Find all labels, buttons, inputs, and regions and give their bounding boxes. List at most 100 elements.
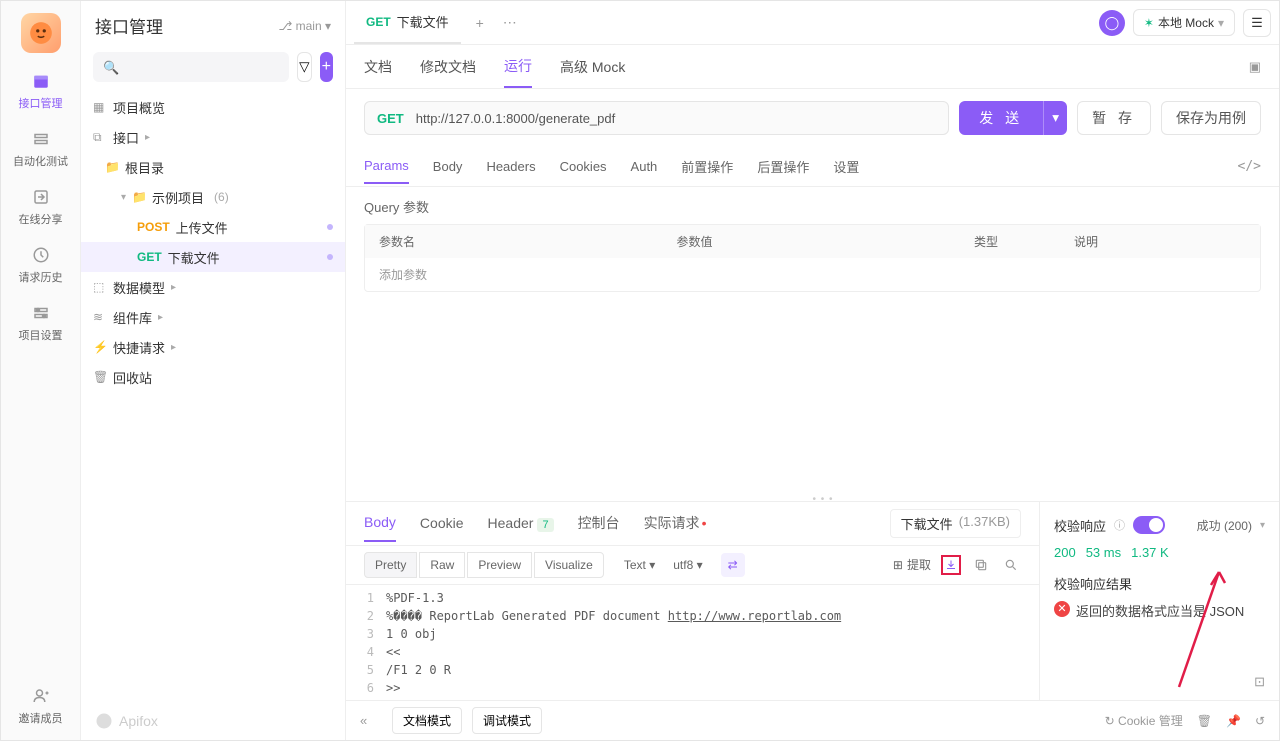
url-input[interactable]: GET http://127.0.0.1:8000/generate_pdf xyxy=(364,101,949,135)
reqtab-cookies[interactable]: Cookies xyxy=(560,150,607,183)
tab-method: GET xyxy=(366,15,391,29)
request-tabs: Params Body Headers Cookies Auth 前置操作 后置… xyxy=(346,147,1279,187)
tab-api[interactable]: GET 下载文件 xyxy=(354,1,461,44)
params-section: Query 参数 参数名 参数值 类型 说明 添加参数 xyxy=(346,187,1279,302)
drag-handle-icon[interactable]: • • • xyxy=(813,494,834,505)
tree-overview[interactable]: ▦项目概览 xyxy=(81,92,345,122)
resptab-console[interactable]: 控制台 xyxy=(578,503,620,543)
tree-trash[interactable]: 🗑回收站 xyxy=(81,362,345,392)
trash-icon[interactable]: 🗑 xyxy=(1197,714,1212,728)
tab-add-icon[interactable]: + xyxy=(469,12,491,34)
rail-label: 在线分享 xyxy=(19,211,63,227)
collapse-icon[interactable]: « xyxy=(360,713,382,728)
rail-invite[interactable]: 邀请成员 xyxy=(19,686,63,726)
cookie-mgmt-link[interactable]: ↻ Cookie 管理 xyxy=(1105,712,1183,729)
tree-root[interactable]: 📁根目录 xyxy=(81,152,345,182)
reqtab-auth[interactable]: Auth xyxy=(631,150,658,183)
layout-menu-icon[interactable]: ☰ xyxy=(1243,9,1271,37)
view-visualize[interactable]: Visualize xyxy=(534,552,604,578)
reqtab-params[interactable]: Params xyxy=(364,149,409,184)
expand-icon[interactable]: ⊡ xyxy=(1254,674,1265,690)
resptab-body[interactable]: Body xyxy=(364,504,396,542)
extract-button[interactable]: ⊞提取 xyxy=(893,556,931,573)
history-icon[interactable]: ↺ xyxy=(1255,714,1265,728)
reqtab-post[interactable]: 后置操作 xyxy=(757,148,809,185)
rail-share[interactable]: 在线分享 xyxy=(19,187,63,227)
encoding-selector[interactable]: utf8 ▾ xyxy=(665,553,710,577)
status-code: 200 xyxy=(1054,545,1076,560)
url-bar: GET http://127.0.0.1:8000/generate_pdf 发… xyxy=(346,89,1279,147)
add-param-row[interactable]: 添加参数 xyxy=(365,258,1260,291)
send-dropdown[interactable]: ▾ xyxy=(1043,101,1067,135)
view-raw[interactable]: Raw xyxy=(419,552,465,578)
extract-icon: ⊞ xyxy=(893,558,903,572)
tree-api-download[interactable]: GET下载文件 xyxy=(81,242,345,272)
cube-icon: ⬚ xyxy=(93,280,107,294)
subtab-edit[interactable]: 修改文档 xyxy=(420,47,476,87)
tree-api-upload[interactable]: POST上传文件 xyxy=(81,212,345,242)
verify-toggle[interactable] xyxy=(1133,516,1165,534)
share-icon xyxy=(31,187,51,207)
download-icon[interactable] xyxy=(941,555,961,575)
tree-components[interactable]: ≋组件库 ▸ xyxy=(81,302,345,332)
save-case-button[interactable]: 保存为用例 xyxy=(1161,101,1261,135)
code-icon[interactable]: </> xyxy=(1238,159,1261,174)
response-body[interactable]: 1%PDF-1.32%���� ReportLab Generated PDF … xyxy=(346,585,1039,701)
reqtab-pre[interactable]: 前置操作 xyxy=(681,148,733,185)
copy-icon[interactable] xyxy=(971,555,991,575)
tree-quickreq[interactable]: ⚡快捷请求 ▸ xyxy=(81,332,345,362)
view-pretty[interactable]: Pretty xyxy=(364,552,417,578)
rail-label: 项目设置 xyxy=(19,327,63,343)
resptab-actual[interactable]: 实际请求• xyxy=(644,503,707,543)
quick-run-button[interactable]: ◯ xyxy=(1099,10,1125,36)
add-button[interactable]: + xyxy=(320,52,333,82)
rail-label: 自动化测试 xyxy=(13,153,68,169)
sidebar-title: 接口管理 xyxy=(95,13,278,38)
resptab-cookie[interactable]: Cookie xyxy=(420,505,464,541)
mode-doc-button[interactable]: 文档模式 xyxy=(392,707,462,734)
stage-button[interactable]: 暂 存 xyxy=(1077,101,1151,135)
chevron-down-icon[interactable]: ▾ xyxy=(1260,520,1265,531)
branch-selector[interactable]: ⎇ main ▾ xyxy=(278,19,331,33)
panel-layout-icon[interactable]: ▣ xyxy=(1249,59,1261,75)
verify-error: ✕ 返回的数据格式应当是 JSON xyxy=(1054,601,1265,620)
rail-settings[interactable]: 项目设置 xyxy=(19,303,63,343)
api-tree: ▦项目概览 ⧉接口 ▸ 📁根目录 ▾📁示例项目(6) POST上传文件 GET下… xyxy=(81,92,345,702)
status-size: 1.37 K xyxy=(1131,545,1169,560)
search-input[interactable] xyxy=(93,52,289,82)
subtab-run[interactable]: 运行 xyxy=(504,46,532,88)
tree-datamodel[interactable]: ⬚数据模型 ▸ xyxy=(81,272,345,302)
reqtab-body[interactable]: Body xyxy=(433,150,463,183)
subtab-mock[interactable]: 高级 Mock xyxy=(560,47,625,87)
pin-icon[interactable]: 📌 xyxy=(1226,714,1241,728)
col-value: 参数值 xyxy=(663,225,961,258)
send-button[interactable]: 发 送 xyxy=(959,101,1043,135)
env-selector[interactable]: ✶本地 Mock ▾ xyxy=(1133,9,1235,36)
view-preview[interactable]: Preview xyxy=(467,552,532,578)
tab-more-icon[interactable]: ⋯ xyxy=(499,12,521,34)
rail-history[interactable]: 请求历史 xyxy=(19,245,63,285)
wrap-icon[interactable]: ⇄ xyxy=(721,553,745,577)
resptab-header[interactable]: Header7 xyxy=(488,505,554,541)
success-label: 成功 (200) xyxy=(1197,517,1252,534)
user-plus-icon xyxy=(31,686,51,706)
response-sidebar: 校验响应 ⓘ 成功 (200) ▾ 200 53 ms 1.37 K 校验响应结… xyxy=(1039,502,1279,701)
method-label: GET xyxy=(365,111,416,126)
col-type: 类型 xyxy=(960,225,1060,258)
rail-label: 邀请成员 xyxy=(19,710,63,726)
reqtab-headers[interactable]: Headers xyxy=(486,150,535,183)
rail-automation[interactable]: 自动化测试 xyxy=(13,129,68,169)
mode-debug-button[interactable]: 调试模式 xyxy=(472,707,542,734)
filter-button[interactable]: ▽ xyxy=(297,52,312,82)
format-selector[interactable]: Text ▾ xyxy=(616,553,663,577)
info-icon[interactable]: ⓘ xyxy=(1114,517,1125,533)
subtab-doc[interactable]: 文档 xyxy=(364,47,392,87)
download-file-button[interactable]: 下载文件(1.37KB) xyxy=(890,509,1021,538)
search-icon[interactable] xyxy=(1001,555,1021,575)
reqtab-settings[interactable]: 设置 xyxy=(833,148,859,185)
tree-sample[interactable]: ▾📁示例项目(6) xyxy=(81,182,345,212)
tree-interface[interactable]: ⧉接口 ▸ xyxy=(81,122,345,152)
settings-icon xyxy=(31,303,51,323)
rail-api-mgmt[interactable]: 接口管理 xyxy=(19,71,63,111)
url-text: http://127.0.0.1:8000/generate_pdf xyxy=(416,111,948,126)
